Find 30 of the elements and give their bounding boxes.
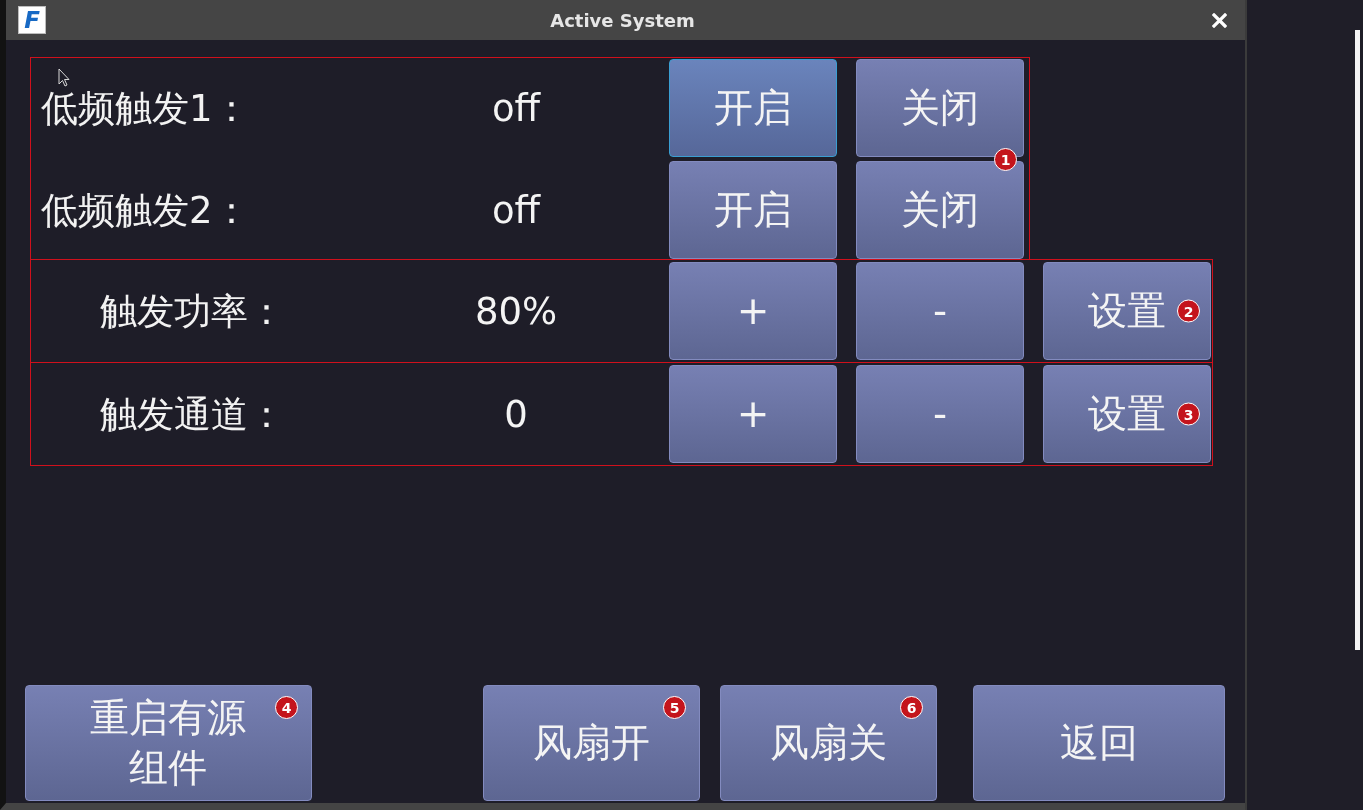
callout-number: 6 [900, 696, 923, 719]
decrease-button[interactable]: - [856, 365, 1024, 463]
increase-button[interactable]: + [669, 365, 837, 463]
enable-button[interactable]: 开启 [669, 161, 837, 259]
field-value: 80% [474, 289, 558, 333]
increase-button[interactable]: + [669, 262, 837, 360]
field-value: 0 [504, 392, 528, 436]
close-icon[interactable] [1212, 12, 1227, 28]
app-logo: F [18, 6, 46, 34]
field-label: 触发功率： [100, 292, 285, 330]
scrollbar-thumb[interactable] [1355, 30, 1360, 650]
decrease-button[interactable]: - [856, 262, 1024, 360]
set-button[interactable]: 设置 2 [1043, 262, 1211, 360]
callout-number: 4 [275, 696, 298, 719]
field-label: 低频触发1： [41, 89, 250, 127]
callout-number: 3 [1177, 402, 1200, 426]
field-value: off [491, 86, 541, 130]
field-label: 低频触发2： [41, 191, 250, 229]
callout-number: 5 [663, 696, 686, 719]
back-button[interactable]: 返回 [973, 685, 1225, 801]
set-button[interactable]: 设置 3 [1043, 365, 1211, 463]
window-title: Active System [550, 9, 695, 31]
field-value: off [491, 188, 541, 232]
field-label: 触发通道： [100, 395, 285, 433]
fan-off-button[interactable]: 风扇关 6 [720, 685, 937, 801]
callout-number: 2 [1177, 299, 1200, 323]
restart-button[interactable]: 重启有源组件 4 [25, 685, 312, 801]
enable-button[interactable]: 开启 [669, 59, 837, 157]
mouse-pointer-icon [58, 68, 70, 87]
fan-on-button[interactable]: 风扇开 5 [483, 685, 700, 801]
